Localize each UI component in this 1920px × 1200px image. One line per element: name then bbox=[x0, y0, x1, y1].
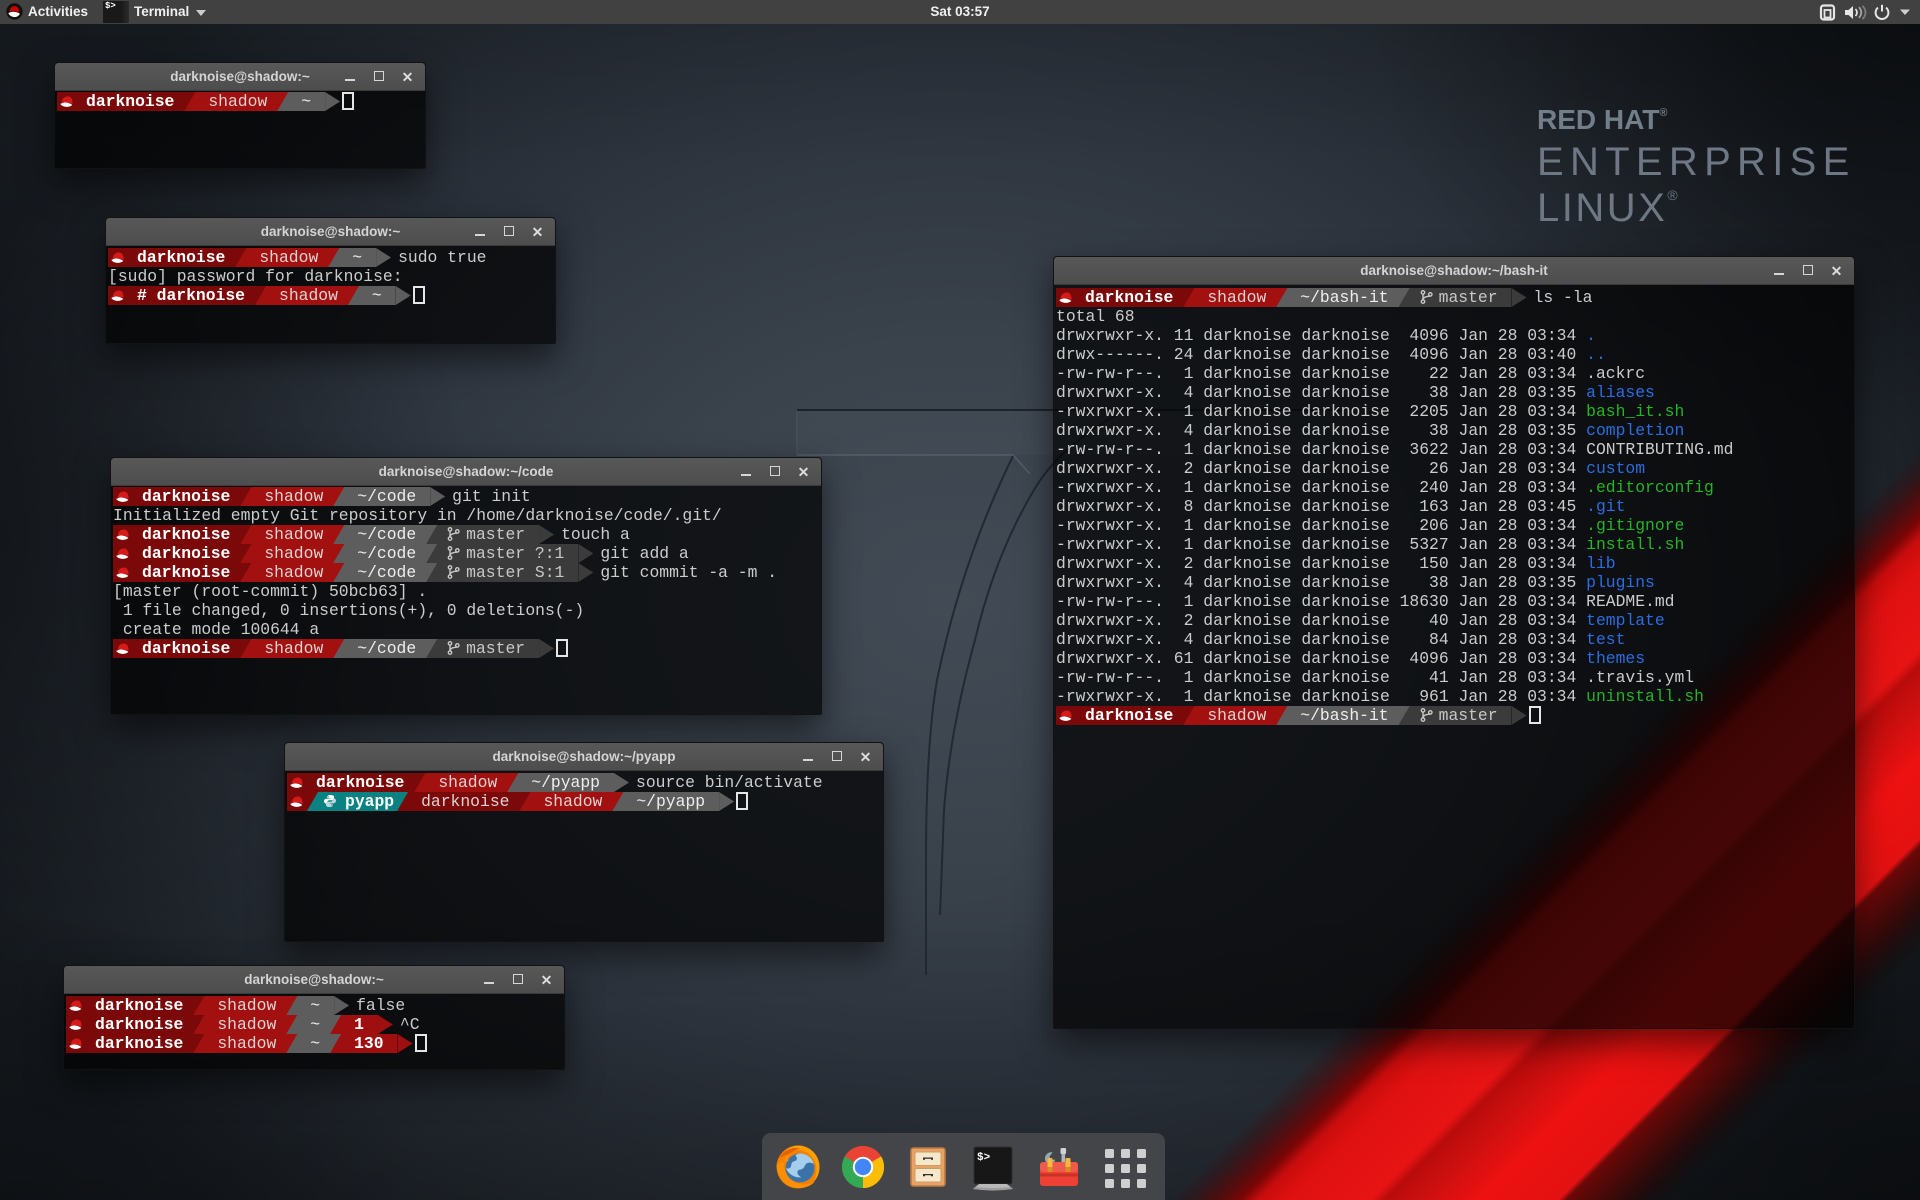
svg-text:$>: $> bbox=[977, 1152, 991, 1164]
